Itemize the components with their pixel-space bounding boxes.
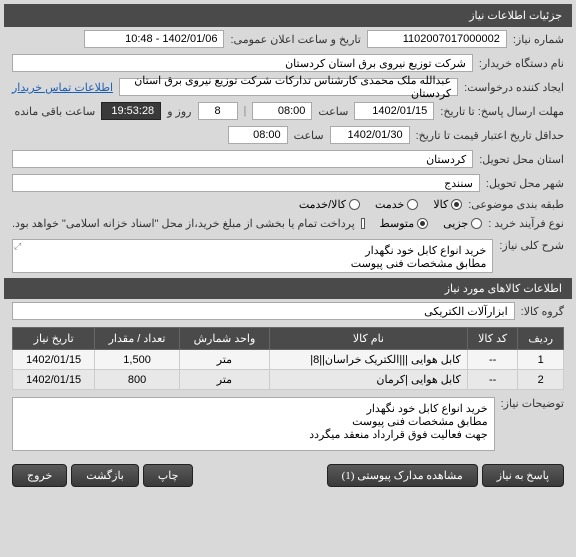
process-label: نوع فرآیند خرید : [488,217,564,230]
buyer-label: نام دستگاه خریدار: [479,57,564,70]
cell-qty: 1,500 [95,350,179,370]
notes-label: توضیحات نیاز: [501,397,564,410]
province-label: استان محل تحویل: [479,153,564,166]
respond-button[interactable]: پاسخ به نیاز [482,464,564,487]
creator-label: ایجاد کننده درخواست: [464,81,564,94]
print-button[interactable]: چاپ [143,464,194,487]
validity-label: حداقل تاریخ اعتبار قیمت تا تاریخ: [416,129,564,142]
th-name: نام کالا [270,328,468,350]
items-section-title: اطلاعات کالاهای مورد نیاز [4,278,572,299]
payment-checkbox[interactable] [361,218,365,229]
th-unit: واحد شمارش [179,328,269,350]
cell-code: -- [467,370,518,390]
radio-icon [407,199,418,210]
subject-class-label: طبقه بندی موضوعی: [468,198,564,211]
reply-deadline-label: مهلت ارسال پاسخ: تا تاریخ: [440,105,564,118]
radio-jozi[interactable]: جزیی [443,217,482,230]
cell-idx: 1 [518,350,564,370]
radio-icon [451,199,462,210]
radio-label: کالا [433,198,448,211]
cell-qty: 800 [95,370,179,390]
separator: | [244,105,247,117]
group-label: گروه کالا: [521,305,564,318]
th-date: تاریخ نیاز [13,328,95,350]
province-value: کردستان [12,150,473,168]
cell-unit: متر [179,350,269,370]
cell-code: -- [467,350,518,370]
reply-date: 1402/01/15 [354,102,434,120]
city-label: شهر محل تحویل: [486,177,564,190]
th-qty: تعداد / مقدار [95,328,179,350]
cell-unit: متر [179,370,269,390]
process-radio-group: جزیی متوسط [380,217,483,230]
cell-name: کابل هوایی |کرمان [270,370,468,390]
radio-kala-khedmat[interactable]: کالا/خدمت [299,198,360,211]
desc-textarea[interactable]: خرید انواع کابل خود نگهدار مطابق مشخصات … [12,239,493,273]
announce-label: تاریخ و ساعت اعلان عمومی: [230,33,360,46]
radio-kala[interactable]: کالا [433,198,462,211]
radio-icon [417,218,428,229]
subject-radio-group: کالا خدمت کالا/خدمت [299,198,462,211]
items-table: ردیف کد کالا نام کالا واحد شمارش تعداد /… [12,327,564,390]
radio-label: متوسط [380,217,415,230]
validity-hour: 08:00 [228,126,288,144]
cell-date: 1402/01/15 [13,370,95,390]
back-button[interactable]: بازگشت [71,464,139,487]
radio-khedmat[interactable]: خدمت [375,198,418,211]
resize-icon: ⤢ [14,241,21,252]
table-row: 2 -- کابل هوایی |کرمان متر 800 1402/01/1… [13,370,564,390]
cell-name: کابل هوایی |||الکتریک خراسان||8| [270,350,468,370]
payment-note: پرداخت تمام یا بخشی از مبلغ خرید،از محل … [12,217,355,230]
cell-idx: 2 [518,370,564,390]
th-code: کد کالا [467,328,518,350]
request-no-label: شماره نیاز: [513,33,564,46]
reply-days: 8 [198,102,238,120]
notes-textarea[interactable]: خرید انواع کابل خود نگهدار مطابق مشخصات … [12,397,495,451]
exit-button[interactable]: خروج [12,464,67,487]
radio-label: کالا/خدمت [299,198,346,211]
radio-label: جزیی [443,217,468,230]
announce-value: 1402/01/06 - 10:48 [84,30,224,48]
group-value: ابزارآلات الکتریکی [12,302,515,320]
reply-remaining: 19:53:28 [101,102,161,120]
attachments-button[interactable]: مشاهده مدارک پیوستی (1) [327,464,478,487]
footer-bar: پاسخ به نیاز مشاهده مدارک پیوستی (1) چاپ… [4,458,572,493]
validity-date: 1402/01/30 [330,126,410,144]
reply-hour: 08:00 [252,102,312,120]
table-row: 1 -- کابل هوایی |||الکتریک خراسان||8| مت… [13,350,564,370]
desc-label: شرح کلی نیاز: [499,239,564,252]
creator-value: عبدالله ملک محمدی کارشناس تدارکات شرکت ت… [119,78,458,96]
day-and-label: روز و [167,105,191,118]
city-value: سنندج [12,174,480,192]
buyer-value: شرکت توزیع نیروی برق استان کردستان [12,54,473,72]
radio-label: خدمت [375,198,404,211]
th-idx: ردیف [518,328,564,350]
page-header: جزئیات اطلاعات نیاز [4,4,572,27]
hour-label-1: ساعت [318,105,348,118]
radio-motavaset[interactable]: متوسط [380,217,429,230]
radio-icon [349,199,360,210]
request-no-value: 1102007017000002 [367,30,507,48]
contact-link[interactable]: اطلاعات تماس خریدار [12,81,113,94]
remaining-label: ساعت باقی مانده [14,105,95,118]
cell-date: 1402/01/15 [13,350,95,370]
radio-icon [471,218,482,229]
hour-label-2: ساعت [294,129,324,142]
